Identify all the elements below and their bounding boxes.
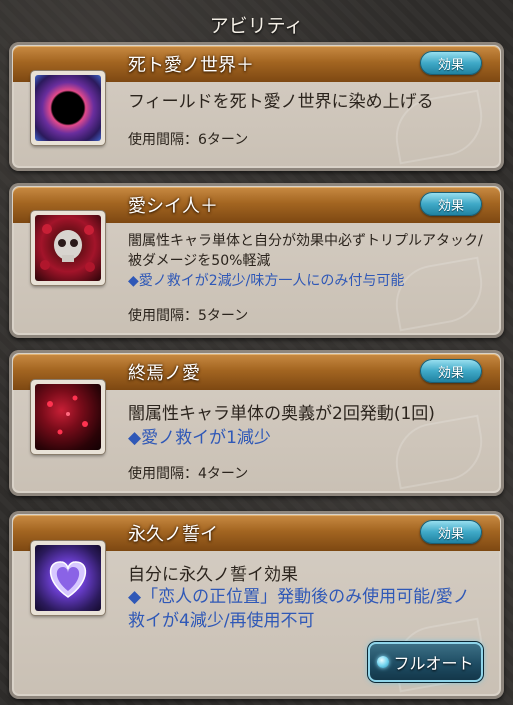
ability-description: 闇属性キャラ単体と自分が効果中必ずトリプルアタック/被ダメージを50%軽減: [128, 233, 483, 269]
page-title: アビリティ: [209, 14, 304, 37]
black-sun-icon[interactable]: [31, 71, 105, 145]
ability-description: 闇属性キャラ単体の奥義が2回発動(1回): [128, 404, 435, 424]
ability-name: 死ト愛ノ世界＋: [128, 55, 254, 76]
ability-name: 愛シイ人＋: [128, 196, 218, 217]
ability-name: 永久ノ誓イ: [128, 524, 218, 545]
ability-card-3[interactable]: 終焉ノ愛 効果 闇属性キャラ単体の奥義が2回発動(1回) ◆愛ノ救イが1減少 使…: [9, 350, 504, 496]
effect-button[interactable]: 効果: [420, 51, 482, 75]
ability-note: ◆愛ノ救イが2減少/味方一人にのみ付与可能: [128, 273, 405, 289]
ability-description: 自分に永久ノ誓イ効果: [128, 565, 298, 585]
ability-header: アビリティ: [0, 0, 513, 44]
heart-crystal-icon[interactable]: [31, 541, 105, 615]
ability-cooldown: 使用間隔：6ターン: [128, 132, 249, 148]
ability-note: ◆「恋人の正位置」発動後のみ使用可能/愛ノ救イが4減少/再使用不可: [128, 587, 470, 631]
ability-cooldown: 使用間隔：4ターン: [128, 466, 249, 482]
ability-card-2[interactable]: 愛シイ人＋ 効果 闇属性キャラ単体と自分が効果中必ずトリプルアタック/被ダメージ…: [9, 183, 504, 338]
indicator-dot-icon: [377, 656, 390, 668]
effect-button[interactable]: 効果: [420, 192, 482, 216]
ability-card-1[interactable]: 死ト愛ノ世界＋ 効果 フィールドを死ト愛ノ世界に染め上げる 使用間隔：6ターン: [9, 42, 504, 171]
ability-note: ◆愛ノ救イが1減少: [128, 428, 271, 448]
effect-button[interactable]: 効果: [420, 359, 482, 383]
skull-roses-icon[interactable]: [31, 211, 105, 285]
full-auto-label: フルオート: [393, 654, 474, 673]
ability-description: フィールドを死ト愛ノ世界に染め上げる: [128, 92, 434, 112]
red-petals-icon[interactable]: [31, 380, 105, 454]
ability-cooldown: 使用間隔：5ターン: [128, 308, 249, 324]
ability-name: 終焉ノ愛: [128, 363, 200, 384]
full-auto-button[interactable]: フルオート: [368, 642, 483, 682]
effect-button[interactable]: 効果: [420, 520, 482, 544]
